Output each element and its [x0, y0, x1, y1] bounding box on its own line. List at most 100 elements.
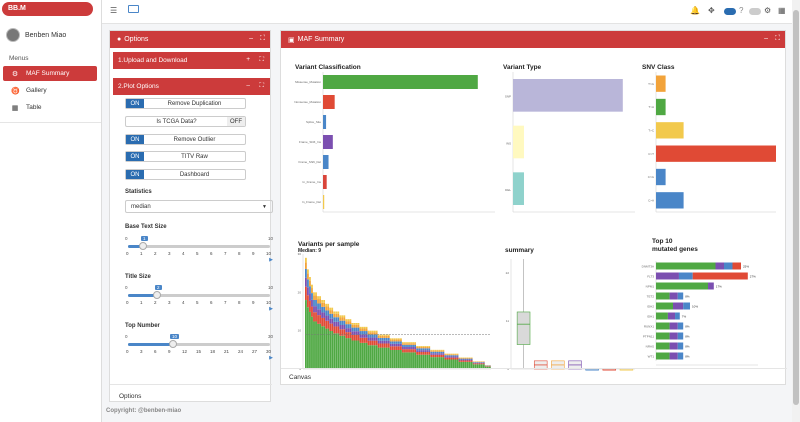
slider-tick-label: 27	[252, 349, 258, 354]
page-scrollbar[interactable]	[792, 0, 800, 422]
base-text-size-slider[interactable]: 0 10 1 ▶ 0 1 2 3 4 5 6 7 8 9 10	[125, 236, 273, 263]
variants-per-sample-ytick: 20	[298, 290, 302, 294]
top-genes-data-label: 8%	[685, 325, 690, 329]
slider-value: 2	[155, 285, 162, 290]
top-number-slider[interactable]: 0 30 10 ▶ 0 3 6 9 12 15 18 21 24 27 30	[125, 334, 273, 361]
variants-per-sample-bar	[311, 284, 313, 369]
collapse-icon[interactable]: –	[764, 35, 768, 42]
gear-icon[interactable]: ⚙	[764, 6, 771, 15]
dark-mode-toggle[interactable]	[724, 8, 736, 15]
snv-class-bar	[656, 122, 684, 139]
bell-icon[interactable]: 🔔	[690, 6, 700, 15]
grid-menu-icon[interactable]: ▦	[778, 6, 786, 15]
titv-raw-toggle[interactable]: ON TITV Raw	[125, 151, 246, 162]
remove-outlier-toggle[interactable]: ON Remove Outlier	[125, 134, 246, 145]
collapse-icon[interactable]: –	[246, 82, 250, 89]
maximize-icon[interactable]: ⛶	[260, 35, 265, 43]
variants-per-sample-bar	[373, 330, 376, 369]
user-name: Benben Miao	[25, 31, 67, 39]
toggle-label: Remove Duplication	[167, 100, 222, 107]
variants-per-sample-bar	[341, 315, 344, 369]
sidebar-divider	[0, 122, 101, 123]
slider-tick-label: 6	[154, 349, 157, 354]
variants-per-sample-bar	[343, 315, 346, 369]
slider-tick-label: 10	[266, 300, 272, 305]
variants-per-sample-bar	[393, 338, 396, 369]
maximize-icon[interactable]: ⛶	[259, 56, 264, 64]
variants-per-sample-bar	[452, 353, 455, 369]
slider-tick-label: 5	[196, 300, 199, 305]
variants-per-sample-bar	[438, 349, 441, 369]
top-genes-data-label: 8%	[685, 295, 690, 299]
slider-tick-label: 15	[196, 349, 202, 354]
statistics-label: Statistics	[125, 189, 152, 195]
app-logo[interactable]: BB.M	[2, 2, 93, 16]
slider-tick-label: 0	[126, 300, 129, 305]
slider-tick-label: 18	[210, 349, 216, 354]
variants-per-sample-bar	[436, 349, 439, 369]
snv-class-tick-label: T>C	[648, 129, 655, 133]
variant-classification-title: Variant Classification	[295, 64, 361, 71]
variant-type-tick-label: SNP	[505, 95, 511, 99]
variants-per-sample-bar	[406, 342, 408, 369]
maximize-icon[interactable]: ⛶	[775, 35, 780, 43]
slider-handle[interactable]	[153, 291, 161, 299]
settings-toggle[interactable]	[749, 8, 761, 15]
sidebar-item-table[interactable]: ▦ Table	[3, 100, 97, 115]
title-size-slider[interactable]: 0 10 2 ▶ 0 1 2 3 4 5 6 7 8 9 10	[125, 285, 273, 312]
toggle-label: Is TCGA Data?	[156, 118, 197, 125]
statistics-select[interactable]: median ▼	[125, 200, 273, 213]
variants-per-sample-bar	[387, 334, 390, 369]
snv-class-tick-label: C>A	[648, 199, 654, 203]
expand-icon[interactable]: ✥	[708, 6, 715, 15]
maximize-icon[interactable]: ⛶	[259, 82, 264, 90]
play-icon[interactable]: ▶	[269, 306, 273, 312]
snv-class-bar	[656, 192, 684, 209]
dashboard-toggle[interactable]: ON Dashboard	[125, 169, 246, 180]
help-icon[interactable]: ?	[739, 6, 743, 15]
menu-toggle-icon[interactable]: ☰	[110, 6, 117, 15]
variants-per-sample-bar	[355, 323, 358, 369]
variants-per-sample-bar	[325, 303, 328, 369]
remove-duplication-toggle[interactable]: ON Remove Duplication	[125, 98, 246, 109]
top-genes-title-line2: mutated genes	[652, 246, 698, 253]
sidebar-item-maf-summary[interactable]: ⚙ MAF Summary	[3, 66, 97, 81]
message-icon[interactable]	[128, 5, 139, 13]
play-icon[interactable]: ▶	[269, 257, 273, 263]
variants-per-sample-bar	[385, 334, 388, 369]
variant-type-tick-label: DEL	[505, 188, 511, 192]
slider-max: 30	[267, 334, 273, 339]
top-genes-data-label: 8%	[685, 335, 690, 339]
variant-classification-tick-label: Nonsense_Mutation	[294, 100, 321, 104]
sidebar-item-label: Gallery	[26, 87, 47, 94]
sidebar-item-gallery[interactable]: ♉ Gallery	[3, 83, 97, 98]
variants-per-sample-bar	[333, 311, 336, 369]
variants-per-sample-bar	[444, 353, 447, 369]
variants-per-sample-bar	[448, 353, 451, 369]
sidebar-item-label: MAF Summary	[26, 70, 70, 77]
options-panel: ● Options – ⛶ 1.Upload and Download + ⛶ …	[109, 30, 273, 402]
gallery-icon: ♉	[11, 87, 20, 95]
variant-classification-bar	[323, 195, 325, 209]
upload-section-header[interactable]: 1.Upload and Download + ⛶	[113, 52, 270, 69]
variants-per-sample-title: Variants per sample	[298, 241, 360, 248]
slider-handle[interactable]	[139, 242, 147, 250]
expand-plus-icon[interactable]: +	[246, 56, 250, 63]
tcga-data-toggle[interactable]: Is TCGA Data? OFF	[125, 116, 246, 127]
snv-class-bar	[656, 168, 666, 186]
variants-per-sample-bar	[424, 346, 427, 369]
variants-per-sample-bar	[412, 342, 414, 369]
slider-value: 10	[170, 334, 180, 339]
variants-per-sample-bar	[422, 346, 425, 369]
variants-per-sample-bar	[377, 334, 380, 369]
collapse-icon[interactable]: –	[249, 35, 253, 42]
plot-section-header[interactable]: 2.Plot Options – ⛶	[113, 78, 270, 95]
top-genes-data-label: 27%	[750, 275, 756, 279]
variants-per-sample-bar	[434, 349, 437, 369]
variants-per-sample-bar	[418, 346, 421, 369]
copyright-footer: Copyright: @benben-miao	[106, 408, 182, 414]
top-genes-tick-label: NRAS	[646, 345, 654, 349]
slider-handle[interactable]	[169, 340, 177, 348]
variants-per-sample-bar	[430, 349, 433, 369]
play-icon[interactable]: ▶	[269, 355, 273, 361]
